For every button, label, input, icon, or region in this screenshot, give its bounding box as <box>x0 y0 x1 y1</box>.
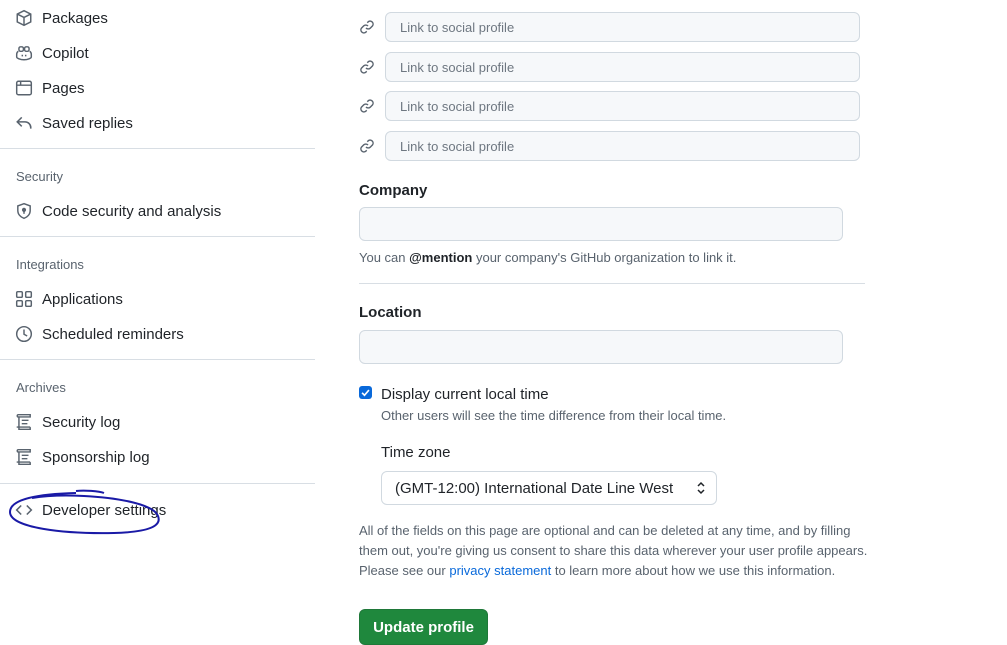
sidebar-item-label: Security log <box>42 413 121 431</box>
annotation-circle <box>8 489 160 535</box>
sidebar-item-label: Copilot <box>42 44 89 62</box>
section-title-archives: Archives <box>16 380 66 395</box>
company-label: Company <box>359 182 428 199</box>
disclaimer-text: to learn more about how we use this info… <box>551 563 836 578</box>
package-icon <box>14 8 34 28</box>
social-link-row <box>358 51 860 83</box>
sidebar-item-applications[interactable]: Applications <box>14 284 123 314</box>
sidebar-item-label: Saved replies <box>42 114 133 132</box>
update-profile-button[interactable]: Update profile <box>359 609 488 645</box>
sidebar-divider <box>0 236 315 237</box>
local-time-label[interactable]: Display current local time <box>381 386 549 403</box>
location-input[interactable] <box>359 330 843 364</box>
local-time-checkbox[interactable] <box>359 386 372 399</box>
location-label: Location <box>359 304 422 321</box>
sidebar-item-scheduled-reminders[interactable]: Scheduled reminders <box>14 319 184 349</box>
sidebar-item-label: Scheduled reminders <box>42 325 184 343</box>
company-hint-mention: @mention <box>409 250 473 265</box>
select-arrows-icon <box>697 481 705 495</box>
settings-sidebar: Packages Copilot Pages Saved replies Sec… <box>0 0 315 643</box>
social-link-row <box>358 90 860 122</box>
timezone-select[interactable]: (GMT-12:00) International Date Line West <box>381 471 717 505</box>
sidebar-item-label: Sponsorship log <box>42 448 150 466</box>
timezone-selected-value: (GMT-12:00) International Date Line West <box>395 479 674 497</box>
copilot-icon <box>14 43 34 63</box>
section-title-security: Security <box>16 169 63 184</box>
sidebar-item-label: Code security and analysis <box>42 202 222 220</box>
reply-icon <box>14 113 34 133</box>
sidebar-item-security-log[interactable]: Security log <box>14 407 120 437</box>
social-link-row <box>358 11 860 43</box>
sidebar-divider <box>0 483 315 484</box>
shield-icon <box>14 201 34 221</box>
company-hint-prefix: You can <box>359 250 410 265</box>
sidebar-item-label: Packages <box>42 9 108 27</box>
log-icon <box>14 412 34 432</box>
social-link-row <box>358 130 860 162</box>
profile-form: Company You can @mention your company's … <box>340 0 1007 645</box>
sidebar-item-label: Pages <box>42 79 85 97</box>
section-title-integrations: Integrations <box>16 257 84 272</box>
local-time-hint: Other users will see the time difference… <box>381 408 727 423</box>
form-divider <box>359 283 865 284</box>
apps-icon <box>14 289 34 309</box>
sidebar-item-label: Applications <box>42 290 123 308</box>
social-link-input[interactable] <box>385 52 860 82</box>
sidebar-item-sponsorship-log[interactable]: Sponsorship log <box>14 442 150 472</box>
link-icon <box>358 137 376 155</box>
link-icon <box>358 58 376 76</box>
company-input[interactable] <box>359 207 843 241</box>
browser-icon <box>14 78 34 98</box>
sidebar-divider <box>0 148 315 149</box>
privacy-statement-link[interactable]: privacy statement <box>449 563 551 578</box>
social-link-input[interactable] <box>385 12 860 42</box>
social-link-input[interactable] <box>385 91 860 121</box>
sidebar-item-pages[interactable]: Pages <box>14 73 85 103</box>
company-hint: You can @mention your company's GitHub o… <box>359 250 736 265</box>
sidebar-item-saved-replies[interactable]: Saved replies <box>14 108 133 138</box>
link-icon <box>358 18 376 36</box>
sidebar-divider <box>0 359 315 360</box>
sidebar-item-packages[interactable]: Packages <box>14 3 108 33</box>
social-link-input[interactable] <box>385 131 860 161</box>
check-icon <box>361 389 370 397</box>
clock-icon <box>14 324 34 344</box>
sidebar-item-copilot[interactable]: Copilot <box>14 38 89 68</box>
link-icon <box>358 97 376 115</box>
timezone-label: Time zone <box>381 444 451 461</box>
profile-disclaimer: All of the fields on this page are optio… <box>359 521 871 581</box>
sidebar-item-code-security[interactable]: Code security and analysis <box>14 196 221 226</box>
company-hint-suffix: your company's GitHub organization to li… <box>472 250 737 265</box>
log-icon <box>14 447 34 467</box>
